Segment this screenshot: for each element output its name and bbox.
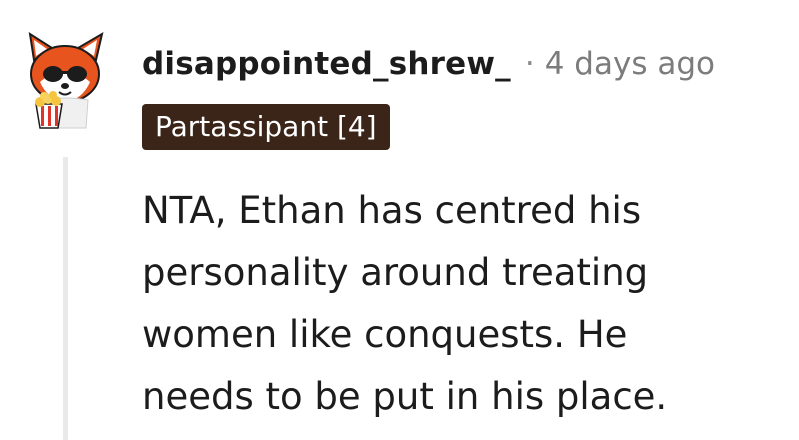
username-link[interactable]: disappointed_shrew_: [142, 46, 511, 82]
red-panda-popcorn-avatar-icon: [28, 31, 104, 129]
thread-line[interactable]: [63, 157, 68, 440]
comment-body-line: women like conquests. He: [142, 313, 628, 356]
comment-header: disappointed_shrew_ · 4 days ago: [142, 42, 715, 86]
comment-body: NTA, Ethan has centred his personality a…: [142, 180, 782, 428]
comment: disappointed_shrew_ · 4 days ago Partass…: [0, 0, 799, 440]
user-flair: Partassipant [4]: [142, 104, 390, 150]
avatar[interactable]: [22, 30, 108, 130]
separator-dot: ·: [524, 46, 535, 82]
timestamp[interactable]: 4 days ago: [545, 46, 715, 82]
comment-body-line: needs to be put in his place.: [142, 375, 668, 418]
comment-body-line: personality around treating: [142, 251, 649, 294]
comment-body-line: NTA, Ethan has centred his: [142, 189, 642, 232]
